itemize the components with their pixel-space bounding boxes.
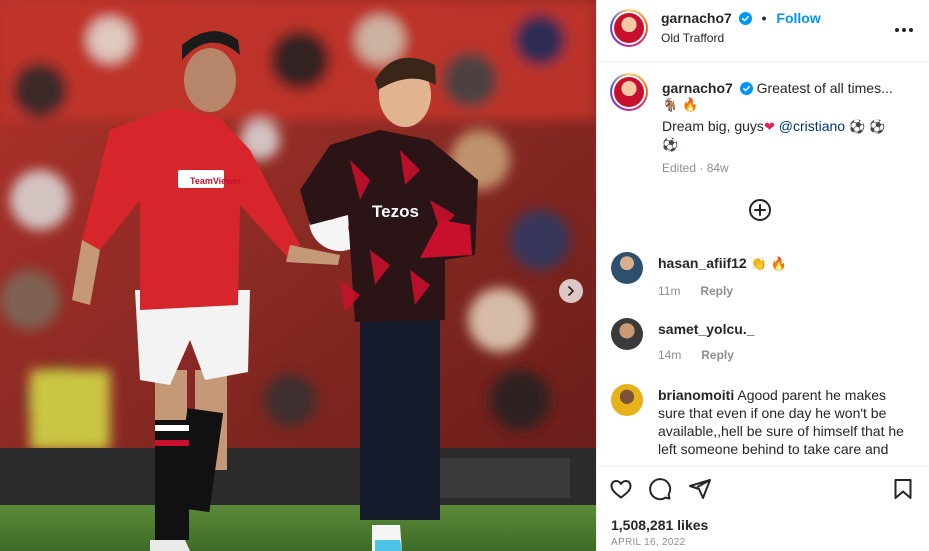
- post-photo[interactable]: TeamViewer Tezos: [0, 0, 596, 551]
- avatar[interactable]: [611, 318, 643, 350]
- caption-line2: Dream big, guys: [662, 118, 764, 134]
- post-side-panel: garnacho7 • Follow Old Trafford garnacho…: [596, 0, 929, 551]
- post-modal: TeamViewer Tezos garnacho7 • Follow Old …: [0, 0, 929, 551]
- follow-button[interactable]: Follow: [776, 10, 820, 26]
- comment-age[interactable]: 11m: [658, 284, 680, 298]
- reply-button[interactable]: Reply: [700, 284, 733, 298]
- avatar[interactable]: [611, 252, 643, 284]
- bookmark-icon[interactable]: [891, 477, 915, 501]
- caption-author[interactable]: garnacho7: [662, 80, 733, 96]
- sponsor-left: TeamViewer: [190, 176, 242, 186]
- next-photo-button[interactable]: [559, 279, 583, 303]
- send-icon[interactable]: [688, 477, 712, 501]
- location-link[interactable]: Old Trafford: [661, 31, 724, 45]
- separator: •: [761, 10, 767, 26]
- comment-text-line: left someone behind to take care and: [658, 441, 889, 457]
- caption-balls: ⚽ ⚽: [848, 120, 886, 135]
- post-header: garnacho7 • Follow Old Trafford: [597, 0, 929, 62]
- avatar[interactable]: [612, 75, 646, 109]
- comment-text-line: sure that even if one day he won't be: [658, 405, 887, 421]
- comment-text-line: available,,hell be sure of himself that …: [658, 423, 904, 439]
- more-options-icon[interactable]: [892, 20, 916, 40]
- sponsor-right: Tezos: [372, 202, 419, 221]
- verified-badge-icon: [738, 12, 752, 25]
- heart-emoji: ❤: [763, 120, 775, 135]
- heart-icon[interactable]: [609, 477, 633, 501]
- avatar[interactable]: [611, 384, 643, 416]
- caption-age[interactable]: 84w: [707, 161, 729, 175]
- caption: garnacho7 Greatest of all times... 🐐 🔥 D…: [662, 79, 917, 175]
- comment-age[interactable]: 14m: [658, 348, 681, 362]
- comment-username[interactable]: hasan_afiif12: [658, 255, 747, 271]
- avatar-ring[interactable]: [610, 9, 648, 47]
- comment-icon[interactable]: [648, 477, 672, 501]
- author-username[interactable]: garnacho7: [661, 10, 732, 26]
- caption-emojis: 🐐 🔥: [662, 98, 699, 113]
- comment-text-line: Agood parent he makes: [737, 387, 887, 403]
- caption-avatar-ring[interactable]: [610, 73, 648, 111]
- reply-button[interactable]: Reply: [701, 348, 734, 362]
- chevron-right-icon: [568, 286, 574, 296]
- mention-link[interactable]: @cristiano: [779, 118, 845, 134]
- post-date[interactable]: APRIL 16, 2022: [611, 537, 685, 548]
- photo-scene: TeamViewer Tezos: [0, 0, 596, 551]
- avatar[interactable]: [612, 11, 646, 45]
- comment-text: 👏 🔥: [750, 257, 788, 272]
- caption-line1: Greatest of all times...: [756, 80, 893, 96]
- comment-username[interactable]: samet_yolcu._: [658, 321, 755, 337]
- comment-username[interactable]: brianomoiti: [658, 387, 734, 403]
- caption-edited: Edited: [662, 161, 697, 175]
- action-bar: 1,508,281 likes APRIL 16, 2022: [597, 466, 929, 551]
- plus-circle-icon[interactable]: [749, 199, 771, 221]
- likes-count[interactable]: 1,508,281 likes: [611, 517, 708, 533]
- verified-badge-icon: [739, 82, 753, 95]
- caption-ball-last: ⚽: [662, 138, 679, 153]
